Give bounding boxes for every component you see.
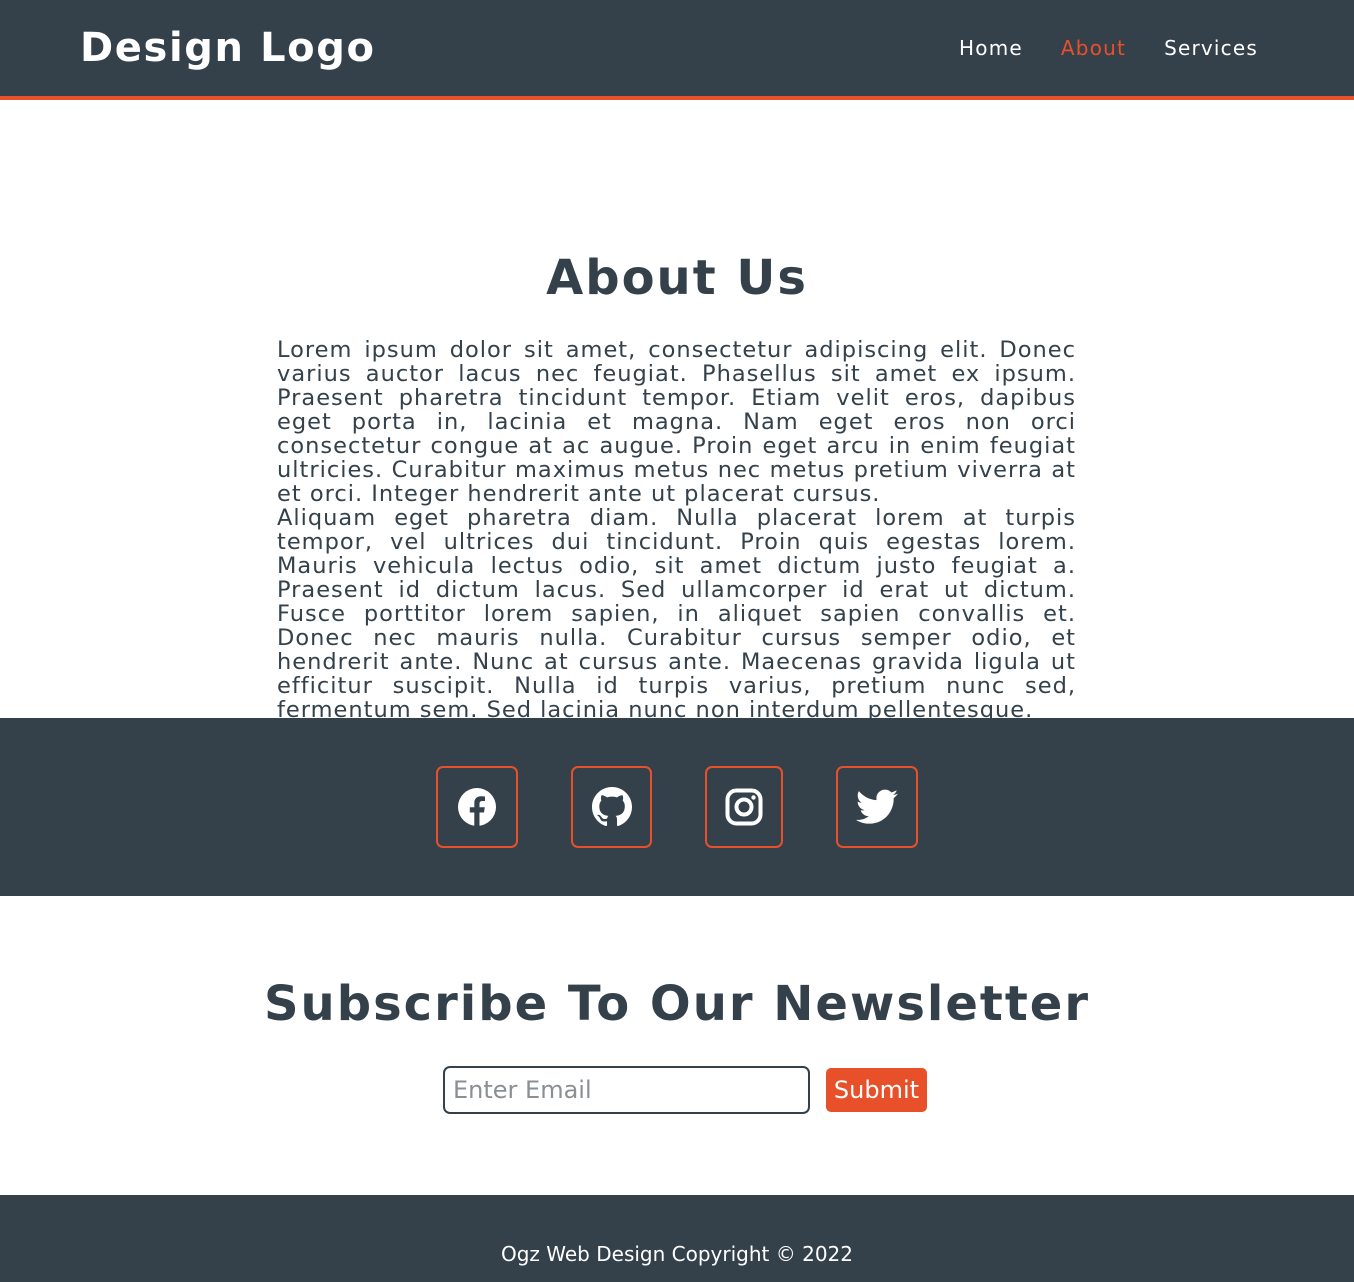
about-body: Lorem ipsum dolor sit amet, consectetur … [277, 338, 1076, 722]
newsletter-title: Subscribe To Our Newsletter [263, 976, 1091, 1032]
github-icon [591, 787, 632, 827]
facebook-link[interactable] [436, 766, 518, 848]
email-input[interactable] [443, 1066, 810, 1114]
about-paragraph-2: Aliquam eget pharetra diam. Nulla placer… [277, 505, 1076, 723]
site-header: Design Logo Home About Services [0, 0, 1354, 100]
github-link[interactable] [571, 766, 652, 848]
twitter-link[interactable] [836, 766, 918, 848]
about-title: About Us [546, 250, 808, 306]
facebook-icon [458, 788, 496, 827]
copyright-text: Ogz Web Design Copyright © 2022 [500, 1242, 853, 1266]
submit-button[interactable]: Submit [826, 1068, 927, 1112]
instagram-link[interactable] [705, 766, 783, 848]
social-links-section [0, 718, 1354, 896]
site-footer: Ogz Web Design Copyright © 2022 [0, 1195, 1354, 1282]
nav-link-about[interactable]: About [1061, 36, 1126, 60]
about-section: About Us Lorem ipsum dolor sit amet, con… [0, 100, 1354, 722]
instagram-icon [725, 788, 763, 826]
about-paragraph-1: Lorem ipsum dolor sit amet, consectetur … [277, 337, 1076, 507]
newsletter-section: Subscribe To Our Newsletter Submit [0, 896, 1354, 1195]
site-logo[interactable]: Design Logo [80, 24, 376, 72]
main-nav: Home About Services [959, 36, 1258, 60]
nav-link-home[interactable]: Home [959, 36, 1023, 60]
twitter-icon [856, 789, 898, 824]
nav-link-services[interactable]: Services [1164, 36, 1258, 60]
